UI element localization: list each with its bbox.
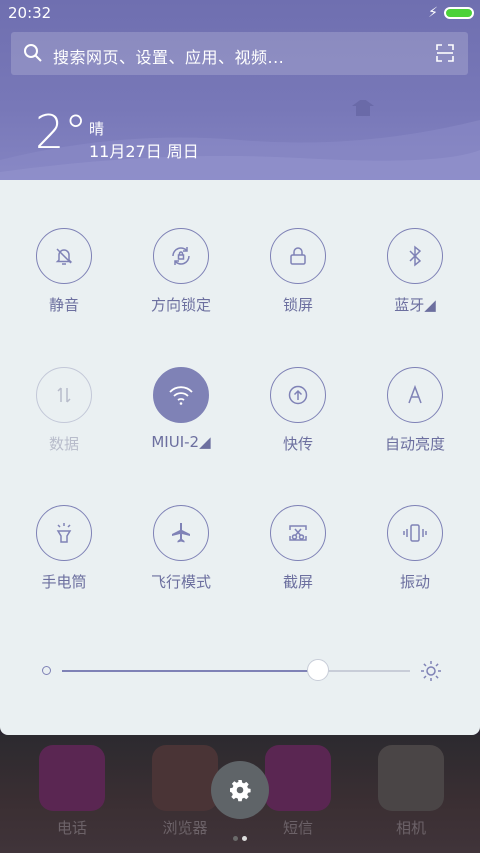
toggle-bluetooth-label: 蓝牙◢ [394,296,436,314]
wifi-icon [169,386,193,405]
toggle-flashlight-button[interactable] [36,505,92,561]
toggle-auto-brightness-label: 自动亮度 [384,435,445,453]
toggle-wifi-label: MIUI-2◢ [151,433,211,451]
page-dot-active [242,836,247,841]
brightness-low-icon [42,666,51,675]
toggle-wifi-button[interactable] [153,367,209,423]
toggle-screenshot-label: 截屏 [282,573,313,591]
camera-icon [378,745,444,811]
battery-full-icon [444,7,474,19]
toggle-lock-screen-button[interactable] [270,228,326,284]
auto-brightness-icon [408,384,422,404]
toggle-data-button[interactable] [36,367,92,423]
notification-header: 20:32 ⚡ 搜索网页、设置、应用、视频... 2° 晴 11月27日 周日 [0,0,480,180]
rotation-lock-icon [172,247,190,265]
message-icon [265,745,331,811]
toggle-mute-label: 静音 [48,296,79,314]
dock-app-label: 浏览器 [162,819,208,837]
screenshot-icon [289,525,307,541]
brightness-slider[interactable] [40,659,441,682]
dock-app-camera[interactable]: 相机 [376,745,446,838]
weather-condition: 晴 [89,120,105,138]
toggle-quick-transfer[interactable]: 快传 [239,367,357,454]
toggle-data-label: 数据 [48,435,79,453]
dock-app-phone[interactable]: 电话 [37,745,107,838]
dock-app-messages[interactable]: 短信 [263,745,333,838]
dock-app-label: 电话 [56,819,87,837]
toggle-auto-brightness[interactable]: 自动亮度 [356,367,474,454]
search-icon [24,44,42,62]
toggle-airplane-label: 飞行模式 [150,573,211,591]
dock-app-label: 短信 [282,819,313,837]
toggle-vibrate-button[interactable] [387,505,443,561]
upload-icon [288,385,308,405]
toggle-rotation-lock-button[interactable] [153,228,209,284]
page-indicator [233,826,251,845]
toggle-screenshot-button[interactable] [270,505,326,561]
toggle-airplane-button[interactable] [153,505,209,561]
bluetooth-icon [409,245,422,267]
brightness-high-icon [421,661,441,681]
toggle-quick-transfer-button[interactable] [270,367,326,423]
browser-icon [152,745,218,811]
toggle-bluetooth[interactable]: 蓝牙◢ [356,228,474,315]
toggle-lock-screen-label: 锁屏 [282,296,313,314]
flashlight-icon [56,523,72,543]
toggle-rotation-lock[interactable]: 方向锁定 [122,228,240,315]
quick-settings-panel: 静音 方向锁定 锁屏 蓝牙◢ 数据 MIUI-2◢ 快传 自动亮度 手电筒 飞行… [0,180,480,735]
toggle-quick-transfer-label: 快传 [282,435,313,453]
temperature: 2° [35,105,88,159]
brightness-thumb[interactable] [306,659,329,681]
toggle-vibrate-label: 振动 [399,573,430,591]
vibrate-icon [403,524,427,542]
data-icon [57,387,71,403]
page-dot [233,836,238,841]
toggle-mute[interactable]: 静音 [5,228,123,315]
status-bar: 20:32 ⚡ [0,0,480,28]
search-placeholder: 搜索网页、设置、应用、视频... [53,48,285,67]
toggle-wifi[interactable]: MIUI-2◢ [122,367,240,451]
brightness-fill [62,670,318,672]
toggle-flashlight-label: 手电筒 [41,573,87,591]
bolt-icon: ⚡ [428,5,438,21]
scan-icon[interactable] [436,44,454,62]
search-bar[interactable]: 搜索网页、设置、应用、视频... [11,32,468,75]
toggle-vibrate[interactable]: 振动 [356,505,474,592]
gear-icon [230,780,251,802]
toggle-flashlight[interactable]: 手电筒 [5,505,123,592]
status-time: 20:32 [8,4,52,22]
weather-date: 11月27日 周日 [89,142,199,161]
toggle-lock-screen[interactable]: 锁屏 [239,228,357,315]
toggle-rotation-lock-label: 方向锁定 [150,296,211,314]
toggle-data[interactable]: 数据 [5,367,123,454]
settings-button[interactable] [211,761,269,819]
bell-mute-icon [55,248,73,265]
toggle-auto-brightness-button[interactable] [387,367,443,423]
lock-icon [290,247,306,265]
airplane-icon [172,523,190,543]
dock-app-label: 相机 [395,819,426,837]
toggle-mute-button[interactable] [36,228,92,284]
dock-app-browser[interactable]: 浏览器 [150,745,220,838]
toggle-airplane[interactable]: 飞行模式 [122,505,240,592]
toggle-screenshot[interactable]: 截屏 [239,505,357,592]
toggle-bluetooth-button[interactable] [387,228,443,284]
phone-icon [39,745,105,811]
